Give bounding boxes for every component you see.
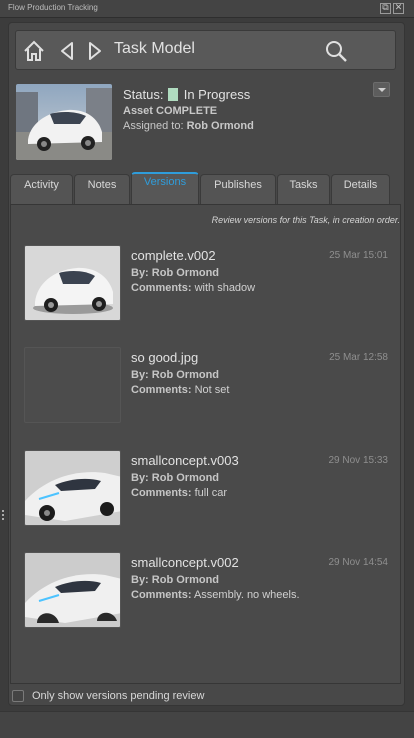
by-label: By: (131, 574, 149, 586)
comments-label: Comments: (131, 487, 192, 499)
tab-tasks[interactable]: Tasks (277, 174, 330, 204)
comments-text: Assembly. no wheels. (193, 589, 300, 601)
comments-text: Not set (194, 384, 230, 396)
pending-review-checkbox[interactable] (12, 690, 24, 702)
by-label: By: (131, 267, 149, 279)
version-author: By: Rob Ormond (131, 369, 219, 381)
actions-dropdown-button[interactable] (373, 82, 390, 97)
author-name[interactable]: Rob Ormond (152, 472, 219, 484)
assigned-label: Assigned to: (123, 120, 184, 132)
version-thumbnail[interactable] (24, 552, 121, 628)
pending-review-label[interactable]: Only show versions pending review (32, 690, 204, 702)
asset-link[interactable]: Asset COMPLETE (123, 105, 217, 117)
bottom-bar (0, 711, 414, 738)
tab-details[interactable]: Details (331, 174, 390, 204)
window-titlebar: Flow Production Tracking ⧉ ✕ (0, 0, 414, 18)
version-comments: Comments: full car (131, 487, 227, 499)
version-item[interactable]: smallconcept.v003 29 Nov 15:33 By: Rob O… (24, 450, 394, 528)
version-name[interactable]: smallconcept.v003 (131, 453, 239, 468)
version-date: 29 Nov 15:33 (328, 455, 389, 466)
task-thumbnail[interactable] (16, 84, 112, 160)
versions-caption: Review versions for this Task, in creati… (211, 215, 400, 225)
tab-publishes[interactable]: Publishes (200, 174, 276, 204)
author-name[interactable]: Rob Ormond (152, 267, 219, 279)
version-author: By: Rob Ormond (131, 267, 219, 279)
close-icon[interactable]: ✕ (393, 3, 404, 14)
version-comments: Comments: Not set (131, 384, 229, 396)
float-window-icon[interactable]: ⧉ (380, 3, 391, 14)
tab-versions[interactable]: Versions (131, 172, 199, 204)
comments-label: Comments: (131, 282, 192, 294)
version-name[interactable]: complete.v002 (131, 248, 216, 263)
version-item[interactable]: smallconcept.v002 29 Nov 14:54 By: Rob O… (24, 552, 394, 630)
by-label: By: (131, 472, 149, 484)
version-author: By: Rob Ormond (131, 472, 219, 484)
version-item[interactable]: so good.jpg 25 Mar 12:58 By: Rob Ormond … (24, 347, 394, 425)
resize-grip-icon[interactable] (2, 510, 5, 524)
version-name[interactable]: so good.jpg (131, 350, 198, 365)
search-icon[interactable] (324, 39, 348, 63)
navigation-bar: Task Model (15, 30, 396, 70)
comments-text: with shadow (194, 282, 256, 294)
tab-notes[interactable]: Notes (74, 174, 130, 204)
status-value: In Progress (183, 87, 251, 102)
version-comments: Comments: Assembly. no wheels. (131, 589, 300, 601)
author-name[interactable]: Rob Ormond (152, 369, 219, 381)
status-color-swatch (168, 88, 179, 101)
version-date: 25 Mar 15:01 (329, 250, 388, 261)
status-label: Status: (123, 87, 164, 102)
task-status: Status: In Progress (123, 87, 250, 102)
home-icon[interactable] (22, 39, 46, 63)
assigned-name[interactable]: Rob Ormond (187, 120, 254, 132)
comments-text: full car (194, 487, 227, 499)
version-thumbnail-empty[interactable] (24, 347, 121, 423)
forward-arrow-icon[interactable] (83, 39, 107, 63)
version-comments: Comments: with shadow (131, 282, 255, 294)
by-label: By: (131, 369, 149, 381)
assigned-to: Assigned to: Rob Ormond (123, 120, 254, 132)
tab-activity[interactable]: Activity (10, 174, 73, 204)
version-date: 25 Mar 12:58 (329, 352, 388, 363)
back-arrow-icon[interactable] (55, 39, 79, 63)
version-name[interactable]: smallconcept.v002 (131, 555, 239, 570)
author-name[interactable]: Rob Ormond (152, 574, 219, 586)
page-title: Task Model (114, 40, 195, 57)
window-title: Flow Production Tracking (8, 3, 98, 12)
version-date: 29 Nov 14:54 (328, 557, 389, 568)
version-thumbnail[interactable] (24, 245, 121, 321)
version-thumbnail[interactable] (24, 450, 121, 526)
version-item[interactable]: complete.v002 25 Mar 15:01 By: Rob Ormon… (24, 245, 394, 323)
comments-label: Comments: (131, 589, 192, 601)
comments-label: Comments: (131, 384, 192, 396)
version-author: By: Rob Ormond (131, 574, 219, 586)
